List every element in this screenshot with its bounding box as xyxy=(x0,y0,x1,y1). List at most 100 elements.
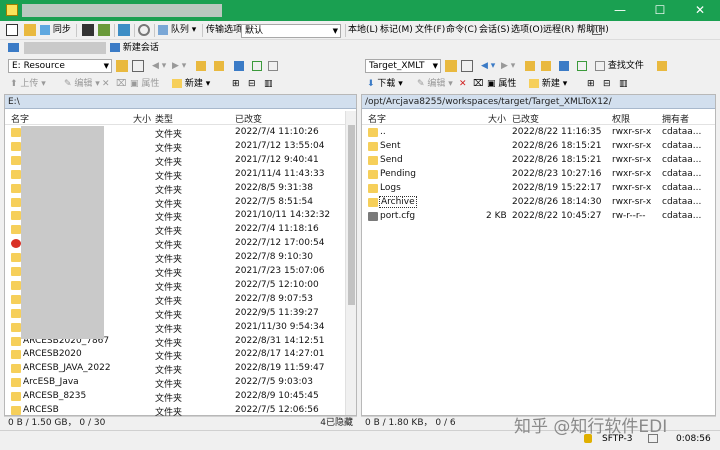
folder-icon xyxy=(11,336,21,346)
menu-item-1[interactable]: 标记(M) xyxy=(380,23,413,38)
remote-view-icon[interactable]: ▥ xyxy=(619,77,628,92)
local-find-icon[interactable] xyxy=(268,59,278,74)
local-col-changed[interactable]: 已改变 xyxy=(235,112,262,125)
remote-back-icon[interactable]: ◀ ▾ xyxy=(481,59,495,74)
upload-button[interactable]: ⬆ 上传 ▾ xyxy=(10,77,46,92)
remote-forward-icon[interactable]: ▶ ▾ xyxy=(501,59,515,74)
local-col-type[interactable]: 类型 xyxy=(155,112,173,125)
local-edit-label: 编辑 xyxy=(74,79,93,89)
file-type: 文件夹 xyxy=(155,157,183,168)
local-parent-icon[interactable] xyxy=(196,59,206,74)
remote-dir-select[interactable]: Target_XMLT ▼ xyxy=(365,59,441,73)
local-delete-icon[interactable]: ✕ xyxy=(102,77,110,92)
local-view-icon[interactable]: ▥ xyxy=(264,77,273,92)
new-session-tab[interactable]: 新建会话 xyxy=(110,41,159,56)
maximize-button[interactable]: ☐ xyxy=(640,0,680,21)
download-button[interactable]: ⬇ 下载 ▾ xyxy=(367,77,403,92)
queue-button[interactable]: 队列 ▾ xyxy=(158,23,196,38)
remote-home-icon[interactable] xyxy=(559,59,569,74)
remote-bookmark-icon[interactable] xyxy=(657,59,667,74)
local-back-icon[interactable]: ◀ ▾ xyxy=(152,59,166,74)
menu-item-4[interactable]: 会话(S) xyxy=(479,23,510,38)
local-scrollbar[interactable] xyxy=(345,111,356,415)
menu-item-6[interactable]: 远程(R) xyxy=(543,23,574,38)
local-edit-button[interactable]: ✎ 编辑 ▾ xyxy=(64,77,100,92)
local-forward-icon[interactable]: ▶ ▾ xyxy=(172,59,186,74)
remote-col-changed[interactable]: 已改变 xyxy=(512,112,539,125)
remote-col-owner[interactable]: 拥有者 xyxy=(662,112,689,125)
sync-button[interactable]: 同步 xyxy=(40,23,71,38)
console-icon[interactable] xyxy=(82,23,94,38)
table-row[interactable]: .. 2022/8/22 11:16:35 rwxr-sr-x cdataa... xyxy=(362,126,715,140)
table-row[interactable]: ArcESB_Java 文件夹 2022/7/5 9:03:03 xyxy=(5,376,356,390)
local-minus-icon[interactable]: ⊟ xyxy=(248,77,256,92)
menu-extra-icon[interactable] xyxy=(592,23,602,38)
table-row[interactable]: port.cfg 2 KB 2022/8/22 10:45:27 rw-r--r-- c… xyxy=(362,210,715,224)
layout-icon[interactable] xyxy=(6,23,18,38)
table-row[interactable]: ARCESB_JAVA_2022 文件夹 2022/8/19 11:59:47 xyxy=(5,362,356,376)
minimize-button[interactable]: — xyxy=(600,0,640,21)
remote-col-name[interactable]: 名字 xyxy=(368,112,386,125)
local-root-icon[interactable] xyxy=(214,59,224,74)
local-drive-select[interactable]: E: Resource ▼ xyxy=(8,59,112,73)
menu-item-0[interactable]: 本地(L) xyxy=(348,23,378,38)
table-row[interactable]: ARCESB_8235 文件夹 2022/8/9 10:45:45 xyxy=(5,390,356,404)
folder-icon xyxy=(368,170,378,179)
local-scroll-thumb[interactable] xyxy=(348,125,355,305)
local-rename-icon[interactable]: ⌧ xyxy=(116,77,126,92)
menu-item-2[interactable]: 文件(F) xyxy=(415,23,445,38)
remote-minus-icon[interactable]: ⊟ xyxy=(603,77,611,92)
file-changed: 2022/8/26 18:14:30 xyxy=(512,197,602,207)
file-type: 文件夹 xyxy=(155,255,183,266)
menu-item-5[interactable]: 选项(O) xyxy=(511,23,543,38)
remote-col-size[interactable]: 大小 xyxy=(488,112,506,125)
find-files-button[interactable]: 查找文件 xyxy=(595,59,644,74)
table-row[interactable]: Sent 2022/8/26 18:15:21 rwxr-sr-x cdataa... xyxy=(362,140,715,154)
folder-icon xyxy=(11,155,21,165)
local-filter-icon[interactable] xyxy=(132,59,144,74)
putty-icon[interactable] xyxy=(98,23,110,38)
local-col-size[interactable]: 大小 xyxy=(133,112,151,125)
local-new-button[interactable]: 新建 ▾ xyxy=(172,77,210,92)
transfer-settings-select[interactable]: 默认 ▼ xyxy=(241,24,341,38)
local-refresh-icon[interactable] xyxy=(252,59,262,74)
folder-icon xyxy=(11,197,21,207)
remote-refresh-icon[interactable] xyxy=(577,59,587,74)
menu-item-3[interactable]: 命令(C) xyxy=(446,23,477,38)
file-rights: rwxr-sr-x xyxy=(612,141,652,151)
open-icon[interactable] xyxy=(24,23,36,38)
local-open-folder-icon[interactable] xyxy=(116,59,128,74)
table-row[interactable]: Archive 2022/8/26 18:14:30 rwxr-sr-x cdataa… xyxy=(362,196,715,210)
remote-delete-icon[interactable]: ✕ xyxy=(459,77,467,92)
local-hidden-count[interactable]: 4已隐藏 xyxy=(320,417,353,430)
remote-parent-icon[interactable] xyxy=(525,59,535,74)
local-col-name[interactable]: 名字 xyxy=(11,112,29,125)
compare-icon[interactable] xyxy=(118,23,130,38)
close-button[interactable]: ✕ xyxy=(680,0,720,21)
remote-properties-button[interactable]: ▣ 属性 xyxy=(487,77,516,92)
session-tab-redacted[interactable] xyxy=(24,42,106,54)
remote-plus-icon[interactable]: ⊞ xyxy=(587,77,595,92)
file-changed: 2022/8/5 9:31:38 xyxy=(235,182,313,193)
remote-filter-icon[interactable] xyxy=(461,59,473,74)
remote-root-icon[interactable] xyxy=(541,59,551,74)
remote-new-button[interactable]: 新建 ▾ xyxy=(529,77,567,92)
table-row[interactable]: Logs 2022/8/19 15:22:17 rwxr-sr-x cdataa... xyxy=(362,182,715,196)
file-changed: 2021/7/12 9:40:41 xyxy=(235,154,319,165)
table-row[interactable]: Pending 2022/8/23 10:27:16 rwxr-sr-x cdataa… xyxy=(362,168,715,182)
table-row[interactable]: ARCESB2020 文件夹 2022/8/17 14:27:01 xyxy=(5,348,356,362)
file-type: 文件夹 xyxy=(155,130,183,140)
remote-open-folder-icon[interactable] xyxy=(445,59,457,74)
remote-edit-button[interactable]: ✎ 编辑 ▾ xyxy=(417,77,453,92)
file-changed: 2021/7/12 13:55:04 xyxy=(235,140,325,151)
table-row[interactable]: Send 2022/8/26 18:15:21 rwxr-sr-x cdataa... xyxy=(362,154,715,168)
local-home-icon[interactable] xyxy=(234,59,244,74)
preferences-icon[interactable] xyxy=(138,23,150,38)
file-owner: cdataa... xyxy=(662,169,702,179)
file-rights: rw-r--r-- xyxy=(612,211,646,221)
file-name: Archive xyxy=(379,196,417,208)
remote-rename-icon[interactable]: ⌧ xyxy=(473,77,483,92)
local-properties-button[interactable]: ▣ 属性 xyxy=(130,77,159,92)
local-plus-icon[interactable]: ⊞ xyxy=(232,77,240,92)
remote-col-rights[interactable]: 权限 xyxy=(612,112,630,125)
